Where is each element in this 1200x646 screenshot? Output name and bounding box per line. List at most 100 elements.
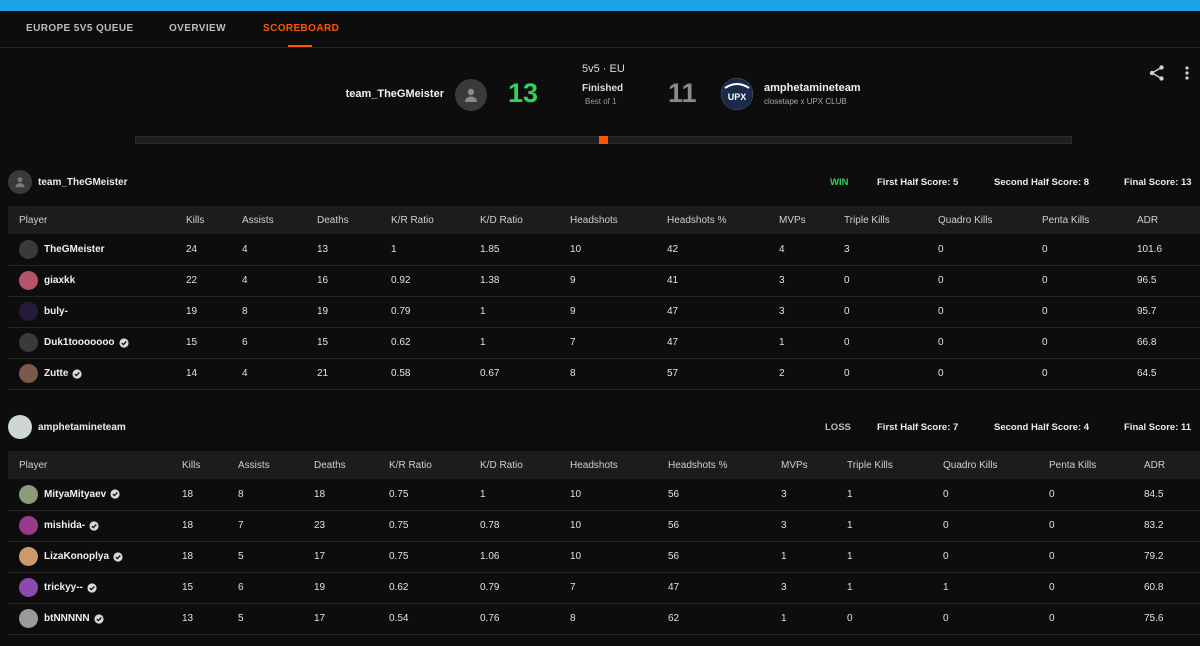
- stat-mvps: 3: [781, 572, 847, 604]
- player-name[interactable]: TheGMeister: [44, 244, 105, 255]
- team-1-avatar[interactable]: [8, 170, 32, 194]
- stat-headshots: 8: [570, 358, 667, 390]
- player-avatar[interactable]: [19, 547, 38, 566]
- column-header-player[interactable]: Player: [8, 206, 186, 234]
- stat-headshots: 9: [570, 265, 667, 297]
- stat-assists: 8: [238, 479, 314, 511]
- player-avatar[interactable]: [19, 578, 38, 597]
- column-header-deaths[interactable]: Deaths: [314, 451, 389, 479]
- column-header-assists[interactable]: Assists: [242, 206, 317, 234]
- column-header-kills[interactable]: Kills: [182, 451, 238, 479]
- column-header-headshots-pct[interactable]: Headshots %: [668, 451, 781, 479]
- player-name[interactable]: giaxkk: [44, 275, 75, 286]
- more-options-button[interactable]: [1180, 64, 1194, 82]
- team-right-name[interactable]: amphetamineteam: [764, 82, 861, 94]
- stat-kills: 22: [186, 265, 242, 297]
- stat-quadro-kills: 0: [938, 265, 1042, 297]
- player-avatar[interactable]: [19, 609, 38, 628]
- team-2-header: amphetamineteam LOSS First Half Score: 7…: [0, 412, 1200, 442]
- team-2-name[interactable]: amphetamineteam: [38, 422, 126, 433]
- player-name[interactable]: mishida-: [44, 520, 85, 531]
- timeline-marker[interactable]: [599, 136, 608, 144]
- stat-assists: 6: [242, 327, 317, 359]
- stat-assists: 7: [238, 510, 314, 542]
- player-row[interactable]: buly- 19 8 19 0.79 1 9 47 3 0 0 0 95.7: [8, 296, 1200, 328]
- player-name[interactable]: Zutte: [44, 368, 68, 379]
- player-avatar[interactable]: [19, 239, 38, 259]
- player-row[interactable]: giaxkk 22 4 16 0.92 1.38 9 41 3 0 0 0 96.5: [8, 265, 1200, 297]
- column-header-kd-ratio[interactable]: K/D Ratio: [480, 206, 570, 234]
- team-1-second-half: Second Half Score: 8: [994, 177, 1090, 188]
- column-header-mvps[interactable]: MVPs: [781, 451, 847, 479]
- stat-kr-ratio: 0.58: [391, 358, 480, 390]
- player-avatar[interactable]: [19, 333, 38, 352]
- column-header-penta-kills[interactable]: Penta Kills: [1049, 451, 1144, 479]
- stat-triple-kills: 0: [844, 296, 938, 328]
- player-cell: giaxkk: [8, 265, 186, 297]
- column-header-headshots[interactable]: Headshots: [570, 451, 668, 479]
- player-name[interactable]: btNNNNN: [44, 613, 90, 624]
- column-header-deaths[interactable]: Deaths: [317, 206, 391, 234]
- player-row[interactable]: mishida- 18 7 23 0.75 0.78 10 56 3 1 0 0 83.2: [8, 510, 1200, 542]
- stat-adr: 75.6: [1144, 603, 1200, 635]
- column-header-quadro-kills[interactable]: Quadro Kills: [938, 206, 1042, 234]
- player-row[interactable]: Zutte 14 4 21 0.58 0.67 8 57 2 0 0 0 64.5: [8, 358, 1200, 390]
- stat-headshots-pct: 47: [667, 327, 779, 359]
- player-row[interactable]: TheGMeister 24 4 13 1 1.85 10 42 4 3 0 0 101.6: [8, 234, 1200, 266]
- column-header-kd-ratio[interactable]: K/D Ratio: [480, 451, 570, 479]
- column-header-triple-kills[interactable]: Triple Kills: [847, 451, 943, 479]
- column-header-adr[interactable]: ADR: [1137, 206, 1200, 234]
- stat-kr-ratio: 1: [391, 234, 480, 266]
- share-button[interactable]: [1148, 64, 1166, 82]
- team-right-logo[interactable]: UPX: [721, 78, 753, 110]
- team-1-result: WIN: [830, 177, 849, 188]
- column-header-triple-kills[interactable]: Triple Kills: [844, 206, 938, 234]
- column-header-player[interactable]: Player: [8, 451, 182, 479]
- player-name[interactable]: Duk1tooooooo: [44, 337, 115, 348]
- tab-scoreboard[interactable]: SCOREBOARD: [263, 23, 339, 34]
- player-row[interactable]: btNNNNN 13 5 17 0.54 0.76 8 62 1 0 0 0 75.6: [8, 603, 1200, 635]
- stat-penta-kills: 0: [1042, 234, 1137, 266]
- stat-adr: 95.7: [1137, 296, 1200, 328]
- stat-kd-ratio: 1: [480, 327, 570, 359]
- player-name[interactable]: LizaKonoplya: [44, 551, 109, 562]
- column-header-adr[interactable]: ADR: [1144, 451, 1200, 479]
- player-cell: btNNNNN: [8, 603, 182, 635]
- stat-adr: 96.5: [1137, 265, 1200, 297]
- stat-penta-kills: 0: [1049, 572, 1144, 604]
- player-name[interactable]: MityaMityaev: [44, 489, 106, 500]
- stat-deaths: 16: [317, 265, 391, 297]
- team-left-name[interactable]: team_TheGMeister: [346, 88, 444, 100]
- column-header-kills[interactable]: Kills: [186, 206, 242, 234]
- column-header-kr-ratio[interactable]: K/R Ratio: [391, 206, 480, 234]
- player-name[interactable]: trickyy--: [44, 582, 83, 593]
- match-status: Finished: [582, 83, 624, 94]
- player-avatar[interactable]: [19, 302, 38, 321]
- team-2-avatar[interactable]: [8, 415, 32, 439]
- stat-deaths: 19: [317, 296, 391, 328]
- player-row[interactable]: LizaKonoplya 18 5 17 0.75 1.06 10 56 1 1 0 0 79.2: [8, 541, 1200, 573]
- column-header-mvps[interactable]: MVPs: [779, 206, 844, 234]
- column-header-penta-kills[interactable]: Penta Kills: [1042, 206, 1137, 234]
- player-avatar[interactable]: [19, 364, 38, 383]
- player-row[interactable]: MityaMityaev 18 8 18 0.75 1 10 56 3 1 0 0 84.5: [8, 479, 1200, 511]
- stat-mvps: 3: [779, 265, 844, 297]
- score-left: 13: [508, 78, 539, 108]
- team-1-name[interactable]: team_TheGMeister: [38, 177, 127, 188]
- player-avatar[interactable]: [19, 516, 38, 535]
- player-row[interactable]: trickyy-- 15 6 19 0.62 0.79 7 47 3 1 1 0 60.8: [8, 572, 1200, 604]
- player-row[interactable]: Duk1tooooooo 15 6 15 0.62 1 7 47 1 0 0 0 66.8: [8, 327, 1200, 359]
- column-header-assists[interactable]: Assists: [238, 451, 314, 479]
- player-avatar[interactable]: [19, 271, 38, 290]
- tab-overview[interactable]: OVERVIEW: [169, 23, 226, 34]
- column-header-headshots[interactable]: Headshots: [570, 206, 667, 234]
- team-left-avatar[interactable]: [455, 79, 487, 111]
- team-logo-icon: UPX: [721, 78, 753, 110]
- column-header-headshots-pct[interactable]: Headshots %: [667, 206, 779, 234]
- player-name[interactable]: buly-: [44, 306, 68, 317]
- tab-queue[interactable]: EUROPE 5V5 QUEUE: [26, 23, 134, 34]
- stat-kd-ratio: 1.06: [480, 541, 570, 573]
- column-header-quadro-kills[interactable]: Quadro Kills: [943, 451, 1049, 479]
- player-avatar[interactable]: [19, 484, 38, 504]
- column-header-kr-ratio[interactable]: K/R Ratio: [389, 451, 480, 479]
